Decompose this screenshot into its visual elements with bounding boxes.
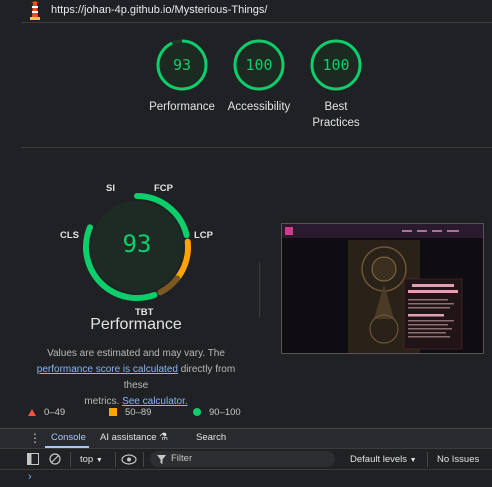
toolbar-separator	[70, 452, 71, 467]
tab-ai-assistance[interactable]: AI assistance ⚗	[100, 432, 168, 443]
performance-title: Performance	[90, 316, 182, 333]
log-levels-label: Default levels	[350, 454, 408, 465]
context-selector[interactable]: top ▼	[80, 454, 103, 465]
flask-icon: ⚗	[159, 432, 169, 443]
toolbar-separator	[427, 452, 428, 467]
console-prompt[interactable]: ›	[0, 470, 492, 487]
accessibility-gauge[interactable]: 100	[232, 38, 286, 92]
performance-gauge-small[interactable]: 93	[155, 38, 209, 92]
best-practices-label-line2: Practices	[312, 117, 360, 129]
metric-si: SI	[106, 183, 115, 194]
performance-label-small: Performance	[149, 101, 215, 113]
legend-fail-label: 0–49	[44, 407, 66, 418]
legend-pass: 90–100	[193, 407, 241, 418]
left-strip	[0, 0, 21, 428]
lighthouse-icon	[30, 1, 40, 20]
best-practices-gauge[interactable]: 100	[309, 38, 363, 92]
tab-ai-assistance-label: AI assistance	[100, 432, 157, 443]
clear-console-icon[interactable]	[49, 453, 61, 465]
filter-input[interactable]: Filter	[150, 451, 335, 467]
filter-icon	[157, 455, 166, 464]
triangle-icon	[28, 408, 36, 416]
drawer-menu-icon[interactable]: ⋮	[29, 432, 41, 444]
legend-average-label: 50–89	[125, 407, 152, 418]
drawer-tab-bar: ⋮ Console AI assistance ⚗ Search	[0, 428, 492, 448]
estimate-note: Values are estimated and may vary. The p…	[25, 346, 247, 410]
best-practices-label-line1: Best	[324, 101, 348, 113]
sidebar-toggle-icon[interactable]	[27, 453, 39, 465]
metric-lcp: LCP	[194, 230, 213, 241]
performance-score-small: 93	[172, 56, 192, 74]
tab-console[interactable]: Console	[51, 432, 86, 443]
see-calculator-link[interactable]: See calculator.	[122, 396, 188, 407]
accessibility-score: 100	[245, 56, 273, 74]
filter-placeholder: Filter	[171, 453, 193, 464]
legend-fail: 0–49	[28, 407, 65, 418]
best-practices-label: Best Practices	[294, 99, 378, 131]
metric-fcp: FCP	[154, 183, 173, 194]
toolbar-separator	[143, 452, 144, 467]
legend-pass-label: 90–100	[209, 407, 241, 418]
circle-icon	[193, 408, 201, 417]
caret-down-icon: ▼	[95, 457, 103, 464]
final-screenshot-thumbnail[interactable]	[281, 223, 484, 354]
toolbar-separator	[115, 452, 116, 467]
square-icon	[109, 408, 117, 417]
note-line1: Values are estimated and may vary. The	[47, 348, 225, 359]
tab-search[interactable]: Search	[196, 432, 226, 443]
issues-counter[interactable]: No Issues	[437, 454, 479, 465]
console-toolbar: top ▼ Filter Default levels ▼ No Issues	[0, 448, 492, 470]
context-selector-label: top	[80, 454, 94, 465]
vertical-separator	[259, 262, 260, 318]
prompt-chevron-icon: ›	[28, 471, 32, 483]
caret-down-icon: ▼	[409, 457, 417, 464]
log-levels-dropdown[interactable]: Default levels ▼	[350, 454, 417, 465]
metric-cls: CLS	[60, 230, 79, 241]
score-calculated-link[interactable]: performance score is calculated	[37, 364, 178, 375]
best-practices-score: 100	[322, 56, 350, 74]
report-url-bar: https://johan-4p.github.io/Mysterious-Th…	[21, 0, 492, 23]
section-divider	[21, 147, 492, 148]
note-line2: performance score is calculated directly…	[25, 362, 247, 394]
note-line3-text: metrics.	[84, 396, 120, 407]
accessibility-label: Accessibility	[227, 101, 291, 113]
page-url[interactable]: https://johan-4p.github.io/Mysterious-Th…	[51, 4, 267, 16]
eye-icon[interactable]	[121, 454, 137, 465]
performance-score-large: 93	[122, 230, 152, 258]
legend-average: 50–89	[109, 407, 151, 418]
screenshot-image	[282, 224, 483, 353]
